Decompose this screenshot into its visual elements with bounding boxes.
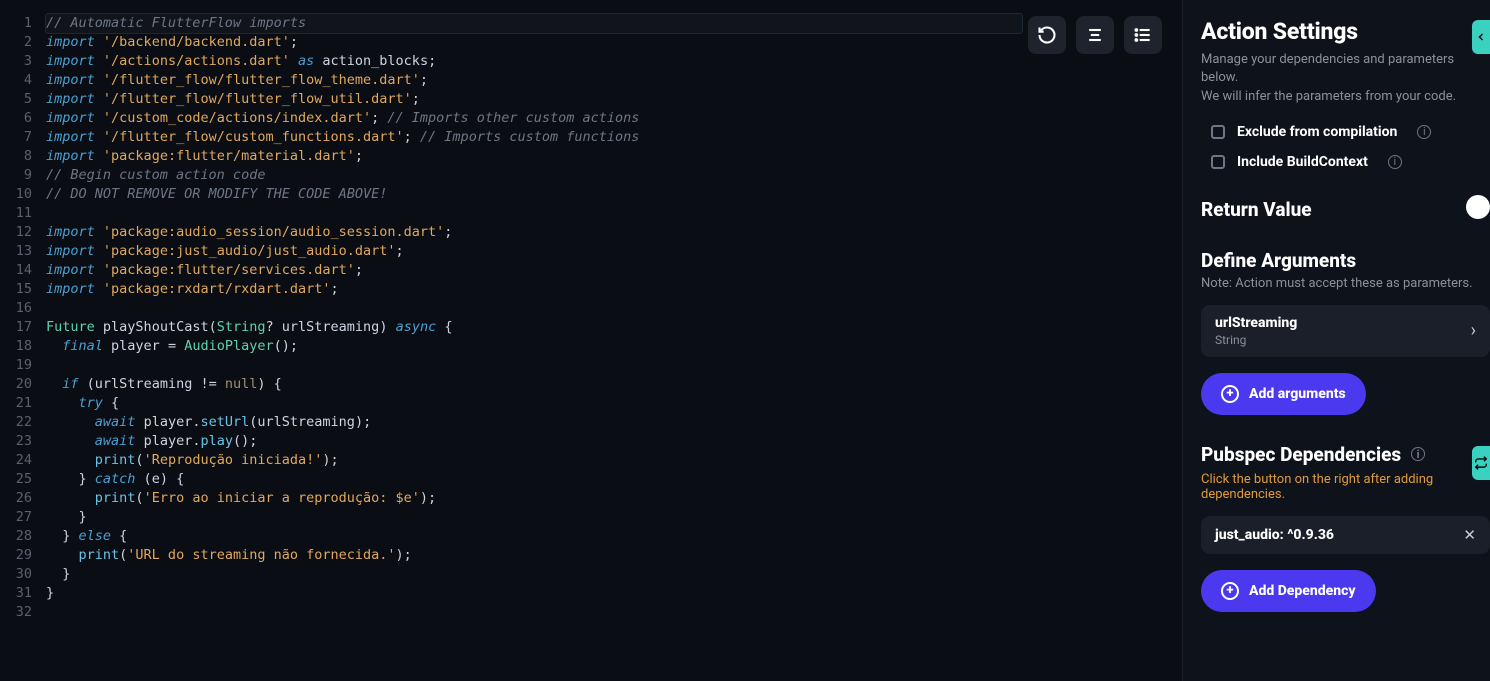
line-number-gutter: 1234567891011121314151617181920212223242… [6, 14, 46, 622]
pubspec-warning: Click the button on the right after addi… [1201, 472, 1490, 502]
code-content[interactable]: // Automatic FlutterFlow importsimport '… [46, 14, 1182, 622]
pubspec-heading-text: Pubspec Dependencies [1201, 443, 1401, 466]
exclude-label: Exclude from compilation [1237, 124, 1397, 140]
dependency-text: just_audio: ^0.9.36 [1215, 527, 1334, 543]
add-dependency-button[interactable]: + Add Dependency [1201, 570, 1376, 612]
code-editor-pane: 1234567891011121314151617181920212223242… [0, 0, 1182, 681]
chevron-left-icon [1475, 31, 1487, 43]
define-args-heading: Define Arguments [1201, 249, 1490, 272]
info-icon[interactable]: i [1417, 125, 1431, 139]
argument-type: String [1215, 333, 1297, 347]
sync-icon [1474, 456, 1488, 470]
format-button[interactable] [1076, 16, 1114, 54]
pubspec-heading: Pubspec Dependencies i [1201, 443, 1490, 466]
return-value-heading: Return Value [1201, 198, 1312, 221]
list-icon [1133, 25, 1153, 45]
plus-icon: + [1221, 385, 1239, 403]
exclude-option-row: Exclude from compilation i [1201, 124, 1490, 140]
panel-title: Action Settings [1201, 18, 1490, 45]
return-value-section: Return Value [1201, 198, 1490, 221]
info-icon[interactable]: i [1388, 155, 1402, 169]
add-dependency-label: Add Dependency [1249, 583, 1356, 599]
return-value-toggle[interactable] [1466, 195, 1490, 219]
sync-dependencies-button[interactable] [1472, 446, 1490, 480]
add-arguments-button[interactable]: + Add arguments [1201, 373, 1366, 415]
include-context-checkbox[interactable] [1211, 155, 1225, 169]
plus-icon: + [1221, 582, 1239, 600]
panel-subtitle-1: Manage your dependencies and parameters … [1201, 51, 1490, 86]
include-context-row: Include BuildContext i [1201, 154, 1490, 170]
panel-subtitle-2: We will infer the parameters from your c… [1201, 88, 1490, 106]
add-arguments-label: Add arguments [1249, 386, 1346, 402]
define-args-note: Note: Action must accept these as parame… [1201, 276, 1490, 291]
info-icon[interactable]: i [1411, 447, 1425, 461]
refresh-icon [1037, 25, 1057, 45]
settings-panel: Action Settings Manage your dependencies… [1182, 0, 1490, 681]
code-area[interactable]: 1234567891011121314151617181920212223242… [0, 8, 1182, 622]
dependency-card[interactable]: just_audio: ^0.9.36 ✕ [1201, 516, 1490, 554]
argument-card[interactable]: urlStreaming String › [1201, 305, 1490, 357]
editor-toolbar [1028, 16, 1162, 54]
argument-name: urlStreaming [1215, 315, 1297, 331]
refresh-button[interactable] [1028, 16, 1066, 54]
close-icon[interactable]: ✕ [1463, 526, 1476, 544]
exclude-checkbox[interactable] [1211, 125, 1225, 139]
list-button[interactable] [1124, 16, 1162, 54]
include-context-label: Include BuildContext [1237, 154, 1368, 170]
collapse-panel-button[interactable] [1472, 20, 1490, 54]
align-center-icon [1085, 25, 1105, 45]
chevron-right-icon: › [1471, 320, 1476, 341]
